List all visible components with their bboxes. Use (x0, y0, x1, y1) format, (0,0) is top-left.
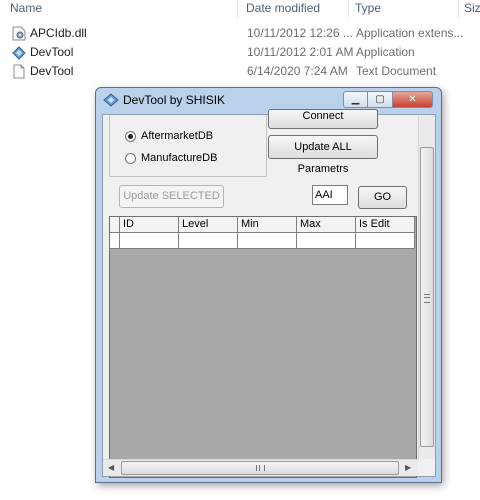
file-row-apcidb-dll[interactable]: APCIdb.dll 10/11/2012 12:26 ... Applicat… (0, 24, 480, 43)
connect-button[interactable]: Connect (268, 109, 378, 129)
grid-column-header[interactable]: Max (297, 217, 356, 233)
grid-new-row[interactable] (110, 233, 415, 249)
update-all-button[interactable]: Update ALL Parametrs (268, 135, 378, 175)
file-date: 6/14/2020 7:24 AM (247, 64, 348, 78)
radio-manufacturedb[interactable]: ManufactureDB (125, 150, 217, 166)
radio-aftermarketdb[interactable]: AftermarketDB (125, 128, 213, 144)
column-header-size[interactable]: Size (464, 0, 480, 16)
file-type: Application (356, 45, 415, 59)
dll-file-icon (12, 26, 26, 41)
maximize-button[interactable]: ▢ (368, 91, 393, 108)
file-row-devtool-exe[interactable]: DevTool 10/11/2012 2:01 AM Application (0, 43, 480, 62)
caption-buttons: ▁ ▢ ✕ (343, 91, 433, 109)
grid-cell[interactable] (238, 233, 297, 249)
grid-cell[interactable] (297, 233, 356, 249)
close-button[interactable]: ✕ (393, 91, 433, 108)
text-document-icon (13, 64, 25, 79)
file-name: DevTool (30, 45, 74, 59)
go-button[interactable]: GO (358, 186, 407, 209)
grid-header-row: ID Level Min Max Is Edit (110, 217, 415, 233)
grid-cell[interactable] (356, 233, 415, 249)
file-name: DevTool (30, 64, 74, 78)
file-name: APCIdb.dll (30, 26, 87, 40)
grid-cell[interactable] (120, 233, 179, 249)
search-input[interactable] (312, 185, 348, 205)
grid-column-header[interactable]: Is Edit (356, 217, 415, 233)
grid-column-header[interactable]: ID (120, 217, 179, 233)
update-selected-button[interactable]: Update SELECTED (119, 185, 224, 208)
grip-icon (256, 465, 265, 471)
radio-label: ManufactureDB (141, 152, 218, 164)
scroll-left-icon[interactable]: ◀ (108, 463, 114, 472)
radio-circle[interactable] (125, 130, 136, 142)
file-row-devtool-txt[interactable]: DevTool 6/14/2020 7:24 AM Text Document (0, 62, 480, 81)
size-grip[interactable] (418, 459, 435, 476)
column-header-name[interactable]: Name (10, 0, 42, 16)
devtool-window[interactable]: DevTool by SHISIK ▁ ▢ ✕ AftermarketDB Ma… (95, 87, 442, 483)
grip-icon (424, 294, 430, 303)
row-header[interactable] (110, 233, 120, 249)
parameters-grid[interactable]: ID Level Min Max Is Edit (109, 216, 417, 478)
file-date: 10/11/2012 12:26 ... (247, 26, 353, 40)
window-title: DevTool by SHISIK (123, 93, 226, 107)
vertical-scroll-thumb[interactable] (420, 147, 434, 447)
file-list-header: Name Date modified Type Size (0, 0, 480, 18)
column-divider[interactable] (237, 0, 238, 18)
radio-circle[interactable] (125, 152, 136, 164)
app-diamond-icon (12, 46, 26, 60)
radio-label: AftermarketDB (141, 130, 214, 142)
form-client-area: AftermarketDB ManufactureDB Connect Upda… (102, 109, 436, 478)
minimize-button[interactable]: ▁ (343, 91, 368, 108)
title-bar[interactable]: DevTool by SHISIK ▁ ▢ ✕ (96, 88, 441, 112)
file-type: Text Document (356, 64, 437, 78)
column-header-date-modified[interactable]: Date modified (246, 0, 320, 16)
scroll-right-icon[interactable]: ▶ (405, 463, 411, 472)
column-divider[interactable] (458, 0, 459, 18)
vertical-scrollbar[interactable] (418, 115, 435, 460)
file-type: Application extens... (356, 26, 464, 40)
grid-cell[interactable] (179, 233, 238, 249)
database-groupbox: AftermarketDB ManufactureDB (109, 115, 267, 177)
column-header-type[interactable]: Type (355, 0, 381, 16)
app-diamond-icon (103, 93, 119, 107)
column-divider[interactable] (348, 0, 349, 18)
horizontal-scrollbar[interactable]: ◀ ▶ (103, 459, 419, 476)
grid-column-header[interactable]: Min (238, 217, 297, 233)
row-header-corner[interactable] (110, 217, 120, 233)
file-date: 10/11/2012 2:01 AM (247, 45, 354, 59)
grid-column-header[interactable]: Level (179, 217, 238, 233)
horizontal-scroll-thumb[interactable] (121, 461, 399, 475)
